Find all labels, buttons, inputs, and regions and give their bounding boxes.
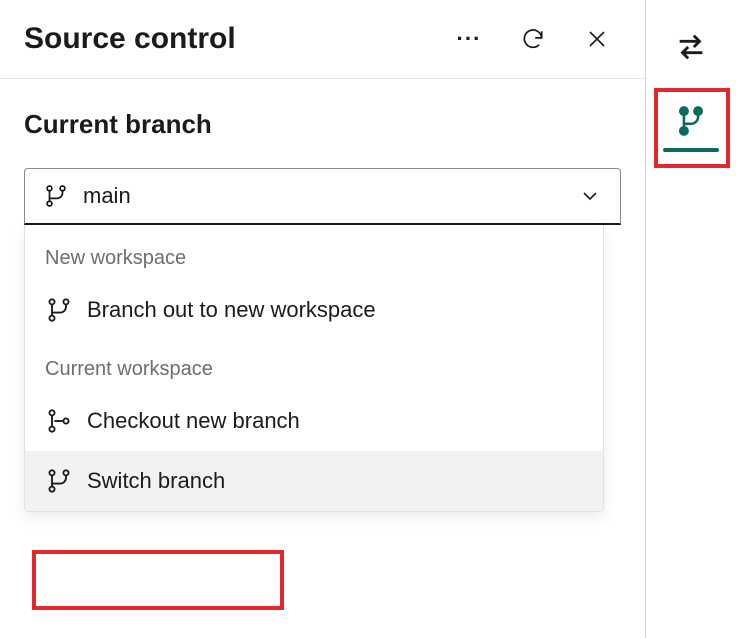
- more-options-button[interactable]: ···: [453, 23, 485, 55]
- branch-dropdown[interactable]: main: [24, 168, 621, 225]
- branch-dropdown-menu: New workspace Branch out to new workspac…: [24, 225, 604, 512]
- menu-item-label: Checkout new branch: [87, 408, 300, 434]
- rail-selected-indicator: [663, 148, 719, 152]
- rail-swap-button[interactable]: [657, 22, 725, 72]
- section-title: Current branch: [24, 109, 621, 140]
- menu-item-label: Switch branch: [87, 468, 225, 494]
- branch-dropdown-value: main: [83, 183, 564, 209]
- current-branch-section: Current branch main New workspace: [0, 79, 645, 512]
- chevron-down-icon: [578, 184, 602, 208]
- panel-header: Source control ···: [0, 0, 645, 79]
- rail-source-control-button[interactable]: [657, 86, 725, 156]
- branch-icon: [674, 104, 708, 138]
- swap-arrows-icon: [674, 30, 708, 64]
- refresh-button[interactable]: [517, 23, 549, 55]
- header-actions: ···: [453, 23, 621, 55]
- branch-icon: [45, 467, 73, 495]
- panel-title: Source control: [24, 22, 453, 56]
- source-control-panel: Source control ··· Current branch: [0, 0, 646, 638]
- close-icon: [585, 27, 609, 51]
- branch-icon: [43, 183, 69, 209]
- branch-icon: [45, 296, 73, 324]
- checkout-branch-icon: [45, 407, 73, 435]
- highlight-switch-branch: [32, 550, 284, 610]
- menu-item-branch-out[interactable]: Branch out to new workspace: [25, 280, 603, 340]
- close-button[interactable]: [581, 23, 613, 55]
- menu-group-current-workspace: Current workspace: [25, 340, 603, 391]
- menu-group-new-workspace: New workspace: [25, 239, 603, 280]
- refresh-icon: [520, 26, 546, 52]
- menu-item-checkout[interactable]: Checkout new branch: [25, 391, 603, 451]
- menu-item-label: Branch out to new workspace: [87, 297, 376, 323]
- right-rail: [646, 0, 736, 156]
- menu-item-switch-branch[interactable]: Switch branch: [25, 451, 603, 511]
- more-icon: ···: [457, 28, 482, 50]
